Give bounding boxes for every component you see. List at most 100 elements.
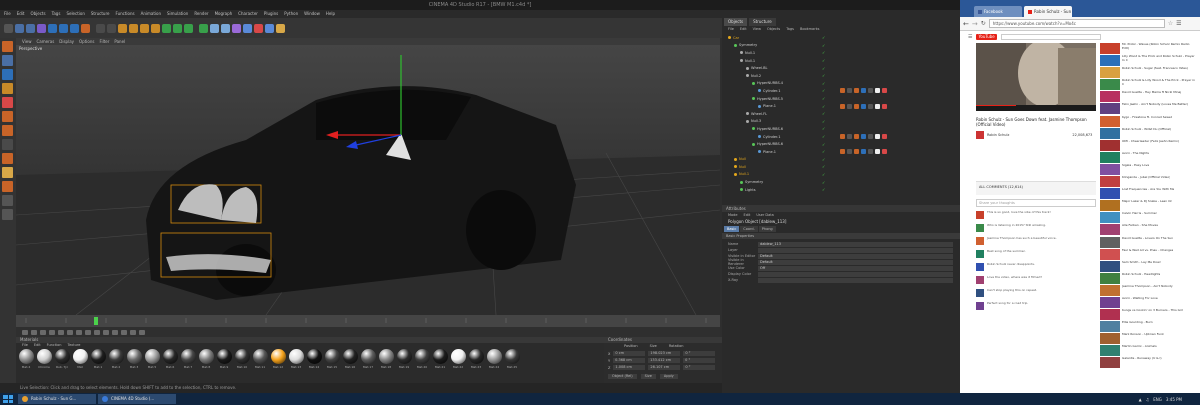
toolbar-tool-button[interactable] (48, 23, 57, 33)
material-swatch[interactable]: Rub. Tyr (54, 349, 70, 369)
commenter-avatar[interactable] (976, 224, 984, 232)
object-row[interactable]: Lights ✓ (722, 186, 960, 194)
viewport-perspective[interactable]: Perspective (16, 45, 720, 315)
commenter-avatar[interactable] (976, 276, 984, 284)
toolbar-tool-button[interactable] (276, 23, 285, 33)
playback-button[interactable] (40, 329, 46, 335)
object-menu-objects[interactable]: Objects (767, 26, 780, 32)
related-video[interactable]: Major Lazer & DJ Snake - Lean On (1100, 200, 1196, 212)
playback-button[interactable] (103, 329, 109, 335)
object-row[interactable]: Null.3 ✓ (722, 118, 960, 126)
toolbar-tool-button[interactable] (199, 23, 208, 33)
coord-field[interactable]: 26.107 cm (648, 365, 681, 370)
toolbar-tool-button[interactable] (243, 23, 252, 33)
menu-icon[interactable]: ☰ (1176, 20, 1181, 27)
object-row[interactable]: HyperNURBS.6 ✓ (722, 140, 960, 148)
attribute-value[interactable]: Default (758, 253, 953, 259)
material-swatch[interactable]: Mat.8 (198, 349, 214, 369)
viewport-menu-view[interactable]: View (22, 38, 32, 45)
material-swatch[interactable]: Mat.7 (180, 349, 196, 369)
object-row[interactable]: Wheel.BL ✓ (722, 64, 960, 72)
material-swatch[interactable]: Mat.16 (342, 349, 358, 369)
object-menu-view[interactable]: View (753, 26, 761, 32)
toolbar-tool-button[interactable] (59, 23, 68, 33)
menu-item-mograph[interactable]: Mograph (215, 10, 233, 18)
coord-mode-control[interactable]: Apply (659, 374, 678, 379)
coord-field[interactable]: 0 ° (683, 351, 716, 356)
related-video[interactable]: Mark Ronson - Uptown Funk (1100, 333, 1196, 345)
related-video[interactable]: Galantis - Runaway (U & I) (1100, 357, 1196, 369)
playback-button[interactable] (67, 329, 73, 335)
toolbar-tool-button[interactable] (107, 23, 116, 33)
related-video[interactable]: Robin Schulz - Sugar (feat. Francesco Ya… (1100, 67, 1196, 79)
viewport-menu-panel[interactable]: Panel (114, 38, 125, 45)
menu-item-structure[interactable]: Structure (91, 10, 110, 18)
material-swatch[interactable]: Mat.2 (108, 349, 124, 369)
object-tag-icon[interactable] (882, 149, 887, 155)
visibility-check-icon[interactable]: ✓ (822, 81, 825, 86)
related-video[interactable]: Robin Schulz - Headlights (1100, 272, 1196, 285)
object-row[interactable]: Wheel.FL ✓ (722, 110, 960, 118)
object-tag-icon[interactable] (854, 149, 859, 155)
related-video[interactable]: Avicii - The Nights (1100, 151, 1196, 164)
material-swatch[interactable]: Chrome (36, 349, 52, 369)
visibility-check-icon[interactable]: ✓ (822, 73, 825, 78)
taskbar-task[interactable]: CINEMA 4D Studio (... (98, 394, 176, 404)
mode-tool-button[interactable] (2, 55, 13, 66)
comment-input[interactable]: Share your thoughts (976, 199, 1096, 207)
menu-item-plugins[interactable]: Plugins (264, 10, 278, 18)
materials-menu-edit[interactable]: Edit (34, 343, 41, 348)
playback-button[interactable] (121, 329, 127, 335)
back-icon[interactable]: ← (963, 20, 969, 28)
related-video[interactable]: Calvin Harris - Summer (1100, 212, 1196, 224)
visibility-check-icon[interactable]: ✓ (822, 142, 825, 147)
object-row[interactable]: Cylinder.1 ✓ (722, 133, 960, 141)
material-swatch[interactable]: Mat.4 (18, 349, 34, 369)
player-controls[interactable] (976, 105, 1096, 111)
material-swatch[interactable]: Mat.1 (90, 349, 106, 369)
toolbar-tool-button[interactable] (173, 23, 182, 33)
object-tag-icon[interactable] (875, 134, 880, 140)
playback-button[interactable] (49, 329, 55, 335)
object-row[interactable]: Car ✓ (722, 34, 960, 42)
object-tag-icon[interactable] (868, 134, 873, 140)
material-swatch[interactable]: Mat.19 (396, 349, 412, 369)
coord-field[interactable]: 1.008 cm (613, 365, 646, 370)
visibility-check-icon[interactable]: ✓ (822, 88, 825, 93)
commenter-avatar[interactable] (976, 211, 984, 219)
coord-field[interactable]: 0 cm (613, 351, 646, 356)
visibility-check-icon[interactable]: ✓ (822, 164, 825, 169)
object-row[interactable]: Null ✓ (722, 163, 960, 171)
object-tag-icon[interactable] (854, 88, 859, 94)
related-video[interactable]: Felix Jaehn - Ain't Nobody (Loves Me Bet… (1100, 103, 1196, 115)
playback-button[interactable] (130, 329, 136, 335)
commenter-avatar[interactable] (976, 302, 984, 310)
related-video[interactable]: Ellie Goulding - Burn (1100, 321, 1196, 333)
toolbar-tool-button[interactable] (96, 23, 105, 33)
menu-item-animation[interactable]: Animation (141, 10, 161, 18)
related-video[interactable]: Kungs vs Cookin' on 3 Burners - This Gir… (1100, 309, 1196, 321)
visibility-check-icon[interactable]: ✓ (822, 126, 825, 131)
related-video[interactable]: Lilly Wood & The Prick and Robin Schulz … (1100, 55, 1196, 67)
viewport-menu-cameras[interactable]: Cameras (37, 38, 55, 45)
object-row[interactable]: Null.1 ✓ (722, 49, 960, 57)
object-row[interactable]: Symmetry ✓ (722, 42, 960, 50)
related-video[interactable]: Faul & Wad Ad vs. Pnau - Changes (1100, 248, 1196, 261)
channel-name[interactable]: Robin Schulz (987, 133, 1009, 137)
reload-icon[interactable]: ↻ (981, 20, 986, 27)
menu-item-character[interactable]: Character (238, 10, 258, 18)
menu-item-render[interactable]: Render (194, 10, 208, 18)
related-video[interactable]: Jasmine Thompson - Ain't Nobody (1100, 284, 1196, 297)
playback-button[interactable] (94, 329, 100, 335)
related-video[interactable]: Mr. Probz - Waves (Robin Schulz Remix Ra… (1100, 43, 1196, 55)
youtube-logo[interactable]: YouTube (976, 34, 997, 40)
material-swatch[interactable]: Mat.9 (216, 349, 232, 369)
object-row[interactable]: Null ✓ (722, 156, 960, 164)
object-tag-icon[interactable] (868, 103, 873, 109)
menu-item-objects[interactable]: Objects (30, 10, 45, 18)
object-tag-icon[interactable] (882, 134, 887, 140)
toolbar-tool-button[interactable] (210, 23, 219, 33)
mode-tool-button[interactable] (2, 153, 13, 164)
star-icon[interactable]: ☆ (1168, 20, 1173, 27)
visibility-check-icon[interactable]: ✓ (822, 35, 825, 40)
